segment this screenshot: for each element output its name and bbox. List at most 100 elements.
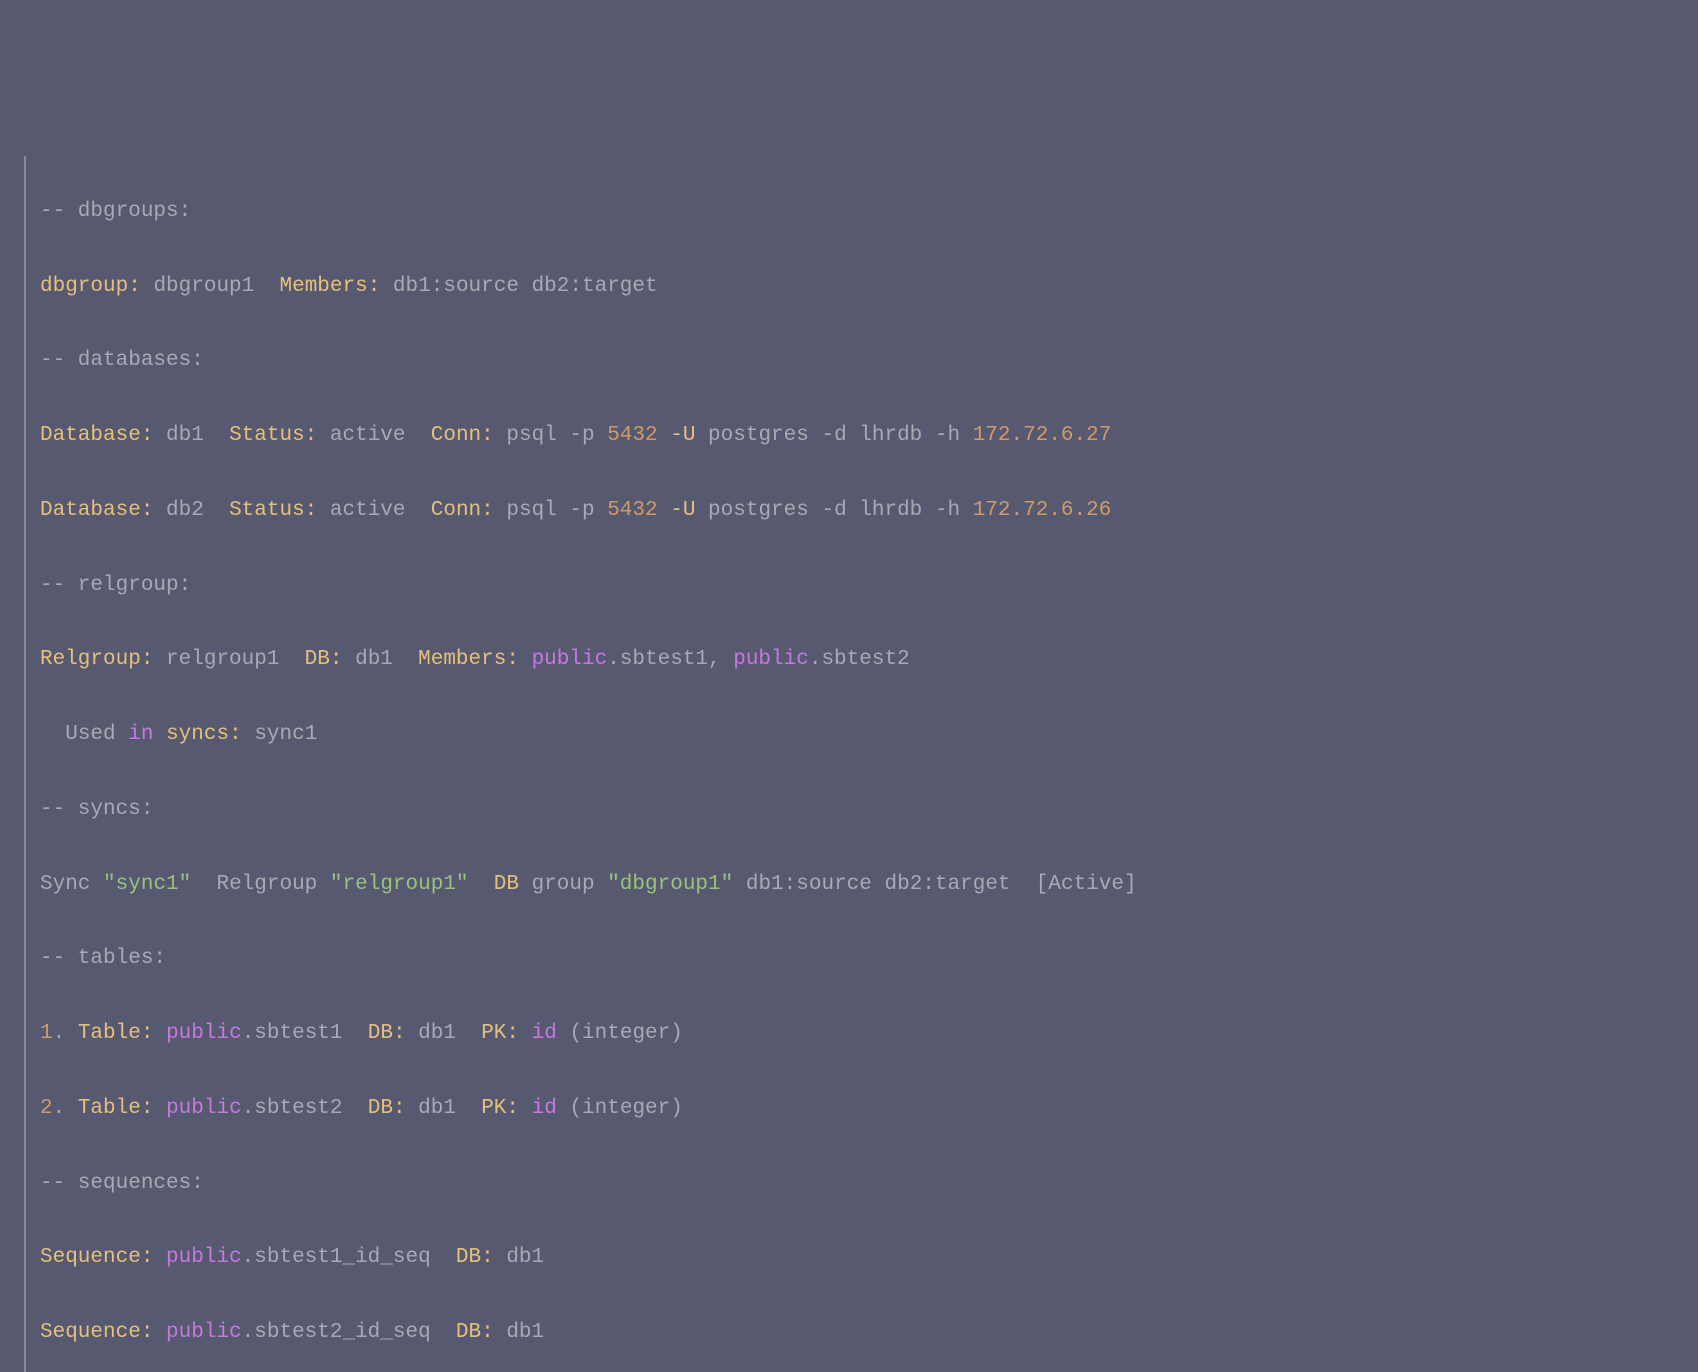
status-value: active: [330, 424, 406, 447]
user-flag: -U: [670, 424, 695, 447]
dbgroup-name: dbgroup1: [153, 275, 254, 298]
pk-name: id: [532, 1022, 557, 1045]
section-header: -- sequences:: [40, 1172, 204, 1195]
section-header: -- relgroup:: [40, 574, 191, 597]
pk-name: id: [532, 1097, 557, 1120]
section-header: -- dbgroups:: [40, 200, 191, 223]
sync-label: Sync: [40, 873, 90, 896]
relgroup-ref: "relgroup1": [330, 873, 469, 896]
table-name: .sbtest1: [242, 1022, 343, 1045]
user-flag: -U: [670, 499, 695, 522]
pk-label: PK:: [481, 1022, 519, 1045]
table-name: .sbtest2: [242, 1097, 343, 1120]
relgroup-label: Relgroup:: [40, 648, 153, 671]
db-label: DB:: [305, 648, 343, 671]
databases-header: -- databases:: [40, 342, 1698, 379]
dbgroup-label: dbgroup:: [40, 275, 141, 298]
host-ip: 172.72.6.26: [973, 499, 1112, 522]
sequences-header: -- sequences:: [40, 1165, 1698, 1202]
sequence-1-line: Sequence: public.sbtest1_id_seq DB: db1: [40, 1239, 1698, 1276]
table-label: Table:: [78, 1022, 154, 1045]
relgroup-line: Relgroup: relgroup1 DB: db1 Members: pub…: [40, 641, 1698, 678]
db-value: db1: [506, 1246, 544, 1269]
database-label: Database:: [40, 424, 153, 447]
conn-label: Conn:: [431, 424, 494, 447]
member-1: db1:source: [746, 873, 872, 896]
tables-header: -- tables:: [40, 940, 1698, 977]
sequence-name: .sbtest1_id_seq: [242, 1246, 431, 1269]
db-value: db1: [418, 1022, 456, 1045]
conn-user: postgres -d lhrdb -h: [708, 499, 960, 522]
conn-cmd: psql -p: [506, 424, 594, 447]
table-schema: public: [166, 1022, 242, 1045]
database-label: Database:: [40, 499, 153, 522]
conn-label: Conn:: [431, 499, 494, 522]
section-header: -- syncs:: [40, 798, 153, 821]
port: 5432: [607, 424, 657, 447]
member-1-schema: public: [532, 648, 608, 671]
syncs-label: syncs:: [166, 723, 242, 746]
sequence-schema: public: [166, 1246, 242, 1269]
member-1-name: .sbtest1,: [607, 648, 720, 671]
members-label: Members:: [418, 648, 519, 671]
status-label: Status:: [229, 424, 317, 447]
used-word: Used: [65, 723, 115, 746]
database-1-line: Database: db1 Status: active Conn: psql …: [40, 417, 1698, 454]
db-value: db1: [355, 648, 393, 671]
pk-label: PK:: [481, 1097, 519, 1120]
sync-ref: sync1: [254, 723, 317, 746]
row-number: 2: [40, 1097, 53, 1120]
group-label: group: [532, 873, 595, 896]
sequence-label: Sequence:: [40, 1321, 153, 1344]
member-2: db2:target: [885, 873, 1011, 896]
sync-line: Sync "sync1" Relgroup "relgroup1" DB gro…: [40, 866, 1698, 903]
db-label: DB:: [368, 1022, 406, 1045]
dbgroups-header: -- dbgroups:: [40, 193, 1698, 230]
member-2-name: .sbtest2: [809, 648, 910, 671]
port: 5432: [607, 499, 657, 522]
pk-type: (integer): [569, 1022, 682, 1045]
db-label: DB:: [456, 1321, 494, 1344]
status-label: Status:: [229, 499, 317, 522]
table-label: Table:: [78, 1097, 154, 1120]
dot: .: [53, 1097, 66, 1120]
db-value: db1: [506, 1321, 544, 1344]
sequence-2-line: Sequence: public.sbtest2_id_seq DB: db1: [40, 1314, 1698, 1351]
sequence-schema: public: [166, 1321, 242, 1344]
sequence-name: .sbtest2_id_seq: [242, 1321, 431, 1344]
relgroup-used-line: Used in syncs: sync1: [40, 716, 1698, 753]
member-2: db2:target: [532, 275, 658, 298]
in-word: in: [128, 723, 153, 746]
dot: .: [53, 1022, 66, 1045]
sync-name: "sync1": [103, 873, 191, 896]
table-schema: public: [166, 1097, 242, 1120]
relgroup-header: -- relgroup:: [40, 567, 1698, 604]
row-number: 1: [40, 1022, 53, 1045]
conn-cmd: psql -p: [506, 499, 594, 522]
dbgroup-line: dbgroup: dbgroup1 Members: db1:source db…: [40, 268, 1698, 305]
conn-user: postgres -d lhrdb -h: [708, 424, 960, 447]
database-2-line: Database: db2 Status: active Conn: psql …: [40, 492, 1698, 529]
section-header: -- tables:: [40, 947, 166, 970]
pk-type: (integer): [569, 1097, 682, 1120]
terminal-output: -- dbgroups: dbgroup: dbgroup1 Members: …: [24, 156, 1698, 1372]
database-name: db1: [166, 424, 204, 447]
relgroup-name: relgroup1: [166, 648, 279, 671]
sync-status: [Active]: [1036, 873, 1137, 896]
member-2-schema: public: [733, 648, 809, 671]
db-value: db1: [418, 1097, 456, 1120]
relgroup-label: Relgroup: [216, 873, 317, 896]
db-label: DB:: [456, 1246, 494, 1269]
section-header: -- databases:: [40, 349, 204, 372]
member-1: db1:source: [393, 275, 519, 298]
host-ip: 172.72.6.27: [973, 424, 1112, 447]
db-key: DB: [494, 873, 519, 896]
sequence-label: Sequence:: [40, 1246, 153, 1269]
syncs-header: -- syncs:: [40, 791, 1698, 828]
db-label: DB:: [368, 1097, 406, 1120]
group-name: "dbgroup1": [607, 873, 733, 896]
table-1-line: 1. Table: public.sbtest1 DB: db1 PK: id …: [40, 1015, 1698, 1052]
status-value: active: [330, 499, 406, 522]
database-name: db2: [166, 499, 204, 522]
table-2-line: 2. Table: public.sbtest2 DB: db1 PK: id …: [40, 1090, 1698, 1127]
